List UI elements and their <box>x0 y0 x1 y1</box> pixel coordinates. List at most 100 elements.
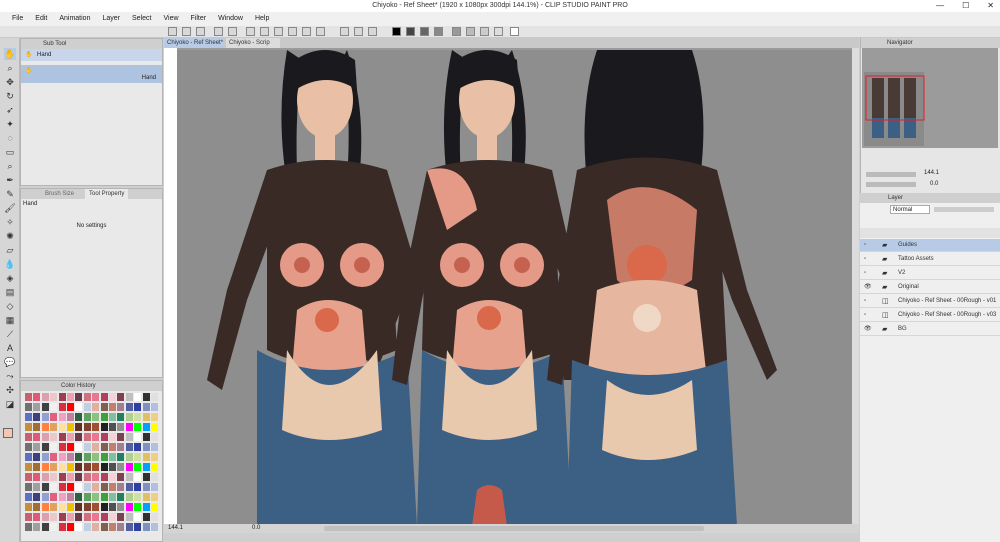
open-file-icon[interactable] <box>182 27 191 36</box>
menu-layer[interactable]: Layer <box>96 12 126 26</box>
mid-gray-swatch-button[interactable] <box>434 27 443 36</box>
color-history-swatch[interactable] <box>92 443 100 451</box>
color-history-swatch[interactable] <box>75 463 83 471</box>
color-history-swatch[interactable] <box>67 483 74 491</box>
color-history-swatch[interactable] <box>92 413 100 421</box>
layer-row[interactable]: 👁 ▰ BG <box>860 323 1000 336</box>
color-history-swatch[interactable] <box>75 433 83 441</box>
color-history-swatch[interactable] <box>25 493 32 501</box>
color-history-swatch[interactable] <box>125 413 133 421</box>
color-history-swatch[interactable] <box>33 483 41 491</box>
visibility-eye-icon[interactable]: ▫ <box>864 253 866 266</box>
lasso-tool-icon[interactable]: ◌ <box>4 132 16 144</box>
color-history-swatch[interactable] <box>75 403 83 411</box>
color-history-swatch[interactable] <box>75 423 83 431</box>
color-history-swatch[interactable] <box>83 473 91 481</box>
color-history-swatch[interactable] <box>125 483 133 491</box>
color-history-swatch[interactable] <box>25 423 32 431</box>
menu-select[interactable]: Select <box>126 12 157 26</box>
color-history-swatch[interactable] <box>142 483 150 491</box>
brush-tool-icon[interactable]: 🖌 <box>4 202 16 214</box>
very-light-swatch-button[interactable] <box>494 27 503 36</box>
color-history-swatch[interactable] <box>83 523 91 531</box>
color-history-swatch[interactable] <box>134 433 142 441</box>
color-history-swatch[interactable] <box>117 513 125 521</box>
tab-script[interactable]: Chiyoko - Scrip <box>226 38 280 48</box>
color-history-swatch[interactable] <box>100 483 108 491</box>
tab-tool-property[interactable]: Tool Property <box>85 189 129 199</box>
gradient-tool-icon[interactable]: ▤ <box>4 286 16 298</box>
color-history-swatch[interactable] <box>50 493 58 501</box>
color-history-swatch[interactable] <box>41 423 49 431</box>
color-history-swatch[interactable] <box>92 393 100 401</box>
gray-swatch-button[interactable] <box>420 27 429 36</box>
color-history-swatch[interactable] <box>25 393 32 401</box>
color-history-swatch[interactable] <box>134 523 142 531</box>
color-history-swatch[interactable] <box>25 413 32 421</box>
redo-icon[interactable] <box>228 27 237 36</box>
color-history-swatch[interactable] <box>151 513 158 521</box>
snap-icon[interactable] <box>368 27 377 36</box>
blend-tool-icon[interactable]: 💧 <box>4 258 16 270</box>
color-history-swatch[interactable] <box>100 403 108 411</box>
color-history-swatch[interactable] <box>142 473 150 481</box>
color-history-swatch[interactable] <box>125 513 133 521</box>
color-history-swatch[interactable] <box>25 523 32 531</box>
color-history-swatch[interactable] <box>33 443 41 451</box>
color-history-swatch[interactable] <box>58 433 66 441</box>
menu-file[interactable]: File <box>6 12 29 26</box>
color-history-swatch[interactable] <box>134 513 142 521</box>
pale-gray-swatch-button[interactable] <box>466 27 475 36</box>
color-history-swatch[interactable] <box>67 503 74 511</box>
color-history-swatch[interactable] <box>100 513 108 521</box>
opacity-slider[interactable] <box>934 207 994 212</box>
color-history-swatch[interactable] <box>33 463 41 471</box>
color-history-swatch[interactable] <box>25 463 32 471</box>
color-history-swatch[interactable] <box>33 523 41 531</box>
color-history-swatch[interactable] <box>58 413 66 421</box>
eyedropper-icon[interactable]: ⌕ <box>4 160 16 172</box>
color-history-swatch[interactable] <box>125 523 133 531</box>
tab-brush-size[interactable]: Brush Size <box>45 189 74 199</box>
color-history-swatch[interactable] <box>58 423 66 431</box>
deselect-icon[interactable] <box>288 27 297 36</box>
color-history-swatch[interactable] <box>50 473 58 481</box>
new-file-icon[interactable] <box>168 27 177 36</box>
operation-tool-icon[interactable]: ➶ <box>4 104 16 116</box>
color-history-swatch[interactable] <box>142 503 150 511</box>
layer-row[interactable]: ▫ ◫ Chiyoko - Ref Sheet - 00Rough - v01 <box>860 295 1000 308</box>
color-history-swatch[interactable] <box>117 433 125 441</box>
color-history-swatch[interactable] <box>50 433 58 441</box>
color-history-swatch[interactable] <box>92 493 100 501</box>
color-history-swatch[interactable] <box>109 513 116 521</box>
color-history-swatch[interactable] <box>83 483 91 491</box>
color-history-swatch[interactable] <box>142 513 150 521</box>
drawing-canvas[interactable] <box>177 50 857 526</box>
maximize-button[interactable]: ☐ <box>962 0 969 12</box>
visibility-eye-icon[interactable]: 👁 <box>864 323 872 336</box>
close-button[interactable]: ✕ <box>987 0 994 12</box>
color-history-swatch[interactable] <box>41 513 49 521</box>
pencil-tool-icon[interactable]: ✎ <box>4 188 16 200</box>
color-history-swatch[interactable] <box>151 403 158 411</box>
fill-icon[interactable] <box>260 27 269 36</box>
rotation-angle[interactable]: 0.0 <box>252 524 260 533</box>
color-history-swatch[interactable] <box>25 503 32 511</box>
color-history-swatch[interactable] <box>41 403 49 411</box>
color-history-swatch[interactable] <box>83 463 91 471</box>
color-history-swatch[interactable] <box>134 443 142 451</box>
blend-mode-select[interactable]: Normal <box>890 205 930 214</box>
color-history-swatch[interactable] <box>50 513 58 521</box>
color-history-swatch[interactable] <box>92 433 100 441</box>
color-history-swatch[interactable] <box>142 393 150 401</box>
color-history-swatch[interactable] <box>50 393 58 401</box>
color-history-swatch[interactable] <box>58 443 66 451</box>
clear-icon[interactable] <box>246 27 255 36</box>
frame-tool-icon[interactable]: ▦ <box>4 314 16 326</box>
color-history-swatch[interactable] <box>41 453 49 461</box>
color-history-swatch[interactable] <box>58 453 66 461</box>
color-history-swatch[interactable] <box>100 393 108 401</box>
color-history-swatch[interactable] <box>25 473 32 481</box>
color-history-swatch[interactable] <box>67 443 74 451</box>
color-history-swatch[interactable] <box>134 483 142 491</box>
